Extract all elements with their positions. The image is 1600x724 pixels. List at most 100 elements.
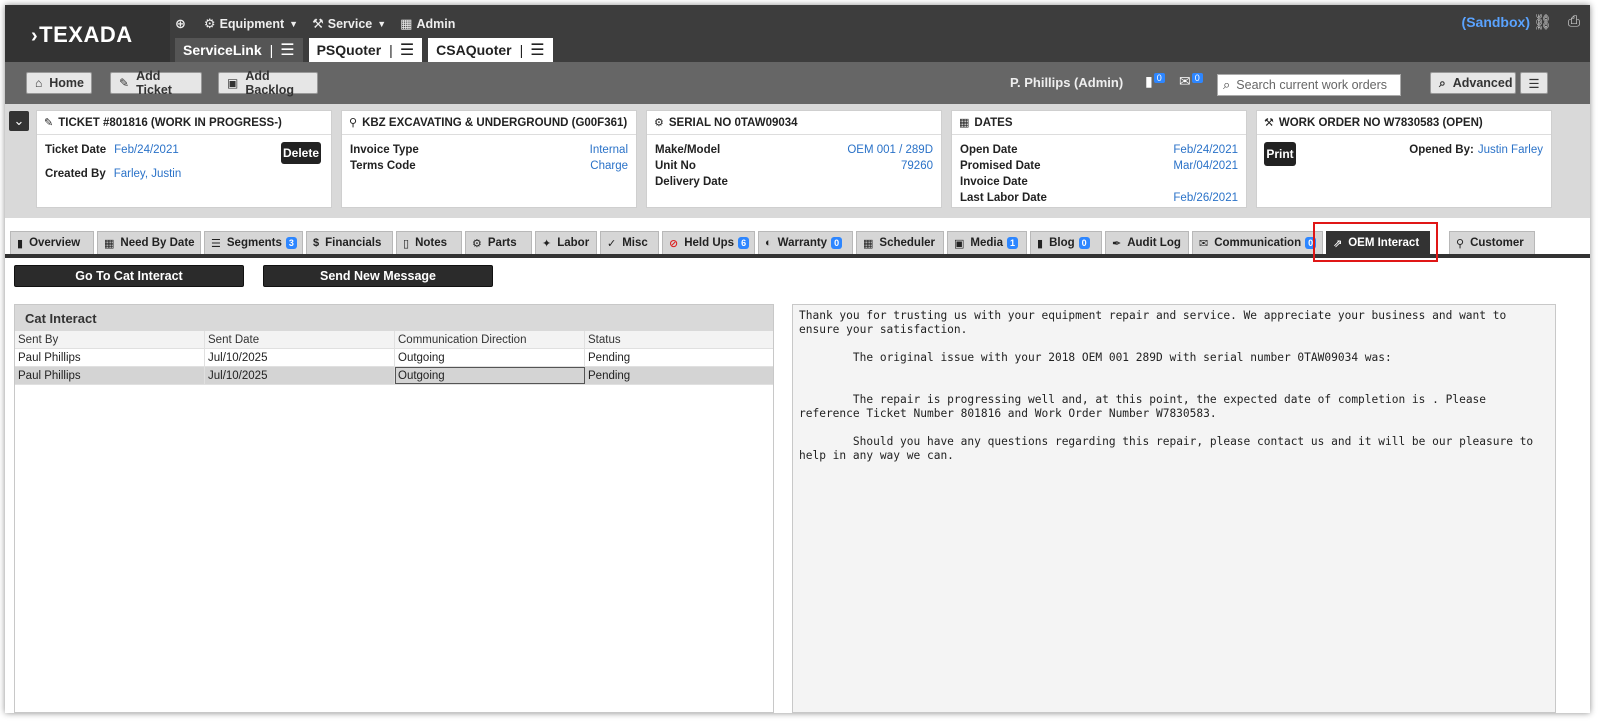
- add-backlog-button[interactable]: ▣ Add Backlog: [218, 69, 318, 97]
- created-by-row: Created By Farley, Justin: [45, 168, 181, 182]
- invoice-date-label: Invoice Date: [960, 176, 1028, 188]
- unit-no-value[interactable]: 79260: [901, 160, 933, 174]
- person-icon: ⚲: [349, 117, 358, 129]
- column-header-status[interactable]: Status: [585, 331, 773, 348]
- share-icon: ⇗: [1333, 237, 1343, 250]
- column-header-direction[interactable]: Communication Direction: [395, 331, 585, 348]
- calendar-icon: ▦: [959, 117, 970, 129]
- tools-icon: ⚒: [1264, 117, 1274, 129]
- terms-code-value[interactable]: Charge: [590, 160, 628, 174]
- divider: |: [519, 42, 524, 58]
- menu-admin[interactable]: ▦ Admin: [400, 16, 455, 32]
- printer-icon[interactable]: ⎙: [1568, 13, 1580, 30]
- print-button[interactable]: Print: [1264, 142, 1296, 166]
- cell-sent-by: Paul Phillips: [15, 367, 205, 384]
- open-date-value[interactable]: Feb/24/2021: [1173, 144, 1238, 158]
- invoice-type-label: Invoice Type: [350, 144, 419, 156]
- tab-oem-interact[interactable]: ⇗ OEM Interact: [1326, 231, 1430, 254]
- tools-icon: ⚒: [312, 16, 324, 31]
- hamburger-icon[interactable]: ☰: [530, 40, 544, 60]
- tab-financials[interactable]: $ Financials: [306, 231, 393, 254]
- serial-panel: ⚙ SERIAL NO 0TAW09034 Make/Model OEM 001 /…: [646, 110, 942, 208]
- invoice-type-value[interactable]: Internal: [590, 144, 628, 158]
- send-new-message-button[interactable]: Send New Message: [263, 265, 493, 287]
- column-header-sent-by[interactable]: Sent By: [15, 331, 205, 348]
- wrench-icon: ✦: [542, 237, 552, 250]
- grid-header-row: Sent By Sent Date Communication Directio…: [15, 331, 773, 349]
- work-order-panel-header: ⚒ WORK ORDER NO W7830583 (OPEN): [1257, 111, 1551, 135]
- home-icon: ⌂: [35, 76, 43, 90]
- ticket-title: TICKET #801816 (WORK IN PROGRESS-): [58, 116, 282, 129]
- make-model-value[interactable]: OEM 001 / 289D: [847, 144, 933, 158]
- tab-held-ups[interactable]: ⊘ Held Ups 6: [662, 231, 755, 254]
- opened-by-value[interactable]: Justin Farley: [1478, 144, 1543, 158]
- advanced-search-button[interactable]: ⌕ Advanced: [1430, 72, 1516, 94]
- segments-badge: 3: [285, 237, 297, 249]
- created-by-label: Created By: [45, 168, 106, 180]
- calendar-icon: ▦: [104, 237, 115, 250]
- grid-title: Cat Interact: [15, 305, 773, 331]
- search-input[interactable]: [1236, 78, 1393, 92]
- cell-status: Pending: [588, 369, 631, 382]
- table-row[interactable]: Paul Phillips Jul/10/2025 Outgoing Pendi…: [15, 349, 773, 367]
- prohibited-icon: ⊘: [669, 237, 679, 250]
- promised-date-label: Promised Date: [960, 160, 1041, 172]
- ticket-panel: ✎ TICKET #801816 (WORK IN PROGRESS-) Tick…: [36, 110, 332, 208]
- person-icon: ⚲: [1456, 237, 1465, 250]
- notebook-icon[interactable]: ▮ 0: [1145, 73, 1165, 90]
- tab-warranty[interactable]: ◐ Warranty 0: [758, 231, 853, 254]
- add-ticket-button[interactable]: ✎ Add Ticket: [110, 69, 202, 97]
- link-icon[interactable]: ⛓: [1533, 13, 1552, 31]
- tab-audit-log[interactable]: ✒ Audit Log: [1105, 231, 1189, 254]
- logo-area: ›TEXADA: [5, 5, 170, 62]
- tab-blog[interactable]: ▮ Blog 0: [1030, 231, 1102, 254]
- tab-need-by-date[interactable]: ▦ Need By Date: [97, 231, 201, 254]
- tab-customer[interactable]: ⚲ Customer: [1449, 231, 1535, 254]
- texada-logo[interactable]: ›TEXADA: [31, 22, 133, 48]
- hamburger-icon[interactable]: ☰: [400, 40, 414, 60]
- tab-labor[interactable]: ✦ Labor: [535, 231, 597, 254]
- hamburger-icon[interactable]: ☰: [280, 40, 294, 60]
- toolbar: ⌂ Home ✎ Add Ticket ▣ Add Backlog P. Philli…: [5, 62, 1590, 104]
- tab-communication[interactable]: ✉ Communication 0: [1192, 231, 1323, 254]
- tab-label: OEM Interact: [1348, 237, 1420, 249]
- column-header-sent-date[interactable]: Sent Date: [205, 331, 395, 348]
- app-tab-servicelink[interactable]: ServiceLink | ☰: [175, 38, 303, 62]
- menu-service[interactable]: ⚒ Service ▼: [312, 16, 386, 32]
- delete-button[interactable]: Delete: [281, 142, 321, 164]
- collapse-button[interactable]: ⌄: [9, 111, 29, 131]
- up-circle-icon: ⊕: [175, 16, 186, 31]
- tab-scheduler[interactable]: ▦ Scheduler: [856, 231, 944, 254]
- chat-icon[interactable]: ✉ 0: [1179, 73, 1203, 90]
- home-button[interactable]: ⌂ Home: [26, 72, 92, 94]
- options-menu-button[interactable]: ☰: [1520, 72, 1548, 94]
- ticket-date-value[interactable]: Feb/24/2021: [114, 144, 179, 158]
- menu-equipment[interactable]: ⚙ Equipment ▼: [204, 16, 298, 32]
- created-by-value[interactable]: Farley, Justin: [114, 168, 182, 182]
- tab-label: Segments: [226, 237, 282, 249]
- last-labor-date-value[interactable]: Feb/26/2021: [1173, 192, 1238, 206]
- tab-label: Held Ups: [684, 237, 735, 249]
- customer-panel: ⚲ KBZ EXCAVATING & UNDERGROUND (G00F361) …: [341, 110, 637, 208]
- tab-overview[interactable]: ▮ Overview: [10, 231, 94, 254]
- last-labor-date-label: Last Labor Date: [960, 192, 1047, 204]
- promised-date-value[interactable]: Mar/04/2021: [1173, 160, 1238, 174]
- menu-equipment-label: Equipment: [219, 17, 285, 31]
- app-tab-csaquoter[interactable]: CSAQuoter | ☰: [428, 38, 553, 62]
- tab-misc[interactable]: ✓ Misc: [600, 231, 659, 254]
- app-tab-psquoter[interactable]: PSQuoter | ☰: [308, 38, 423, 62]
- invoice-date-row: Invoice Date: [960, 176, 1238, 190]
- go-to-cat-interact-button[interactable]: Go To Cat Interact: [14, 265, 244, 287]
- user-name[interactable]: P. Phillips (Admin): [1010, 75, 1123, 90]
- table-row-selected[interactable]: Paul Phillips Jul/10/2025 Outgoing Pendi…: [15, 367, 773, 385]
- tab-notes[interactable]: ▯ Notes: [396, 231, 462, 254]
- tab-media[interactable]: ▣ Media 1: [947, 231, 1027, 254]
- tab-parts[interactable]: ⚙ Parts: [465, 231, 532, 254]
- promised-date-row: Promised Date Mar/04/2021: [960, 160, 1238, 174]
- opened-by-row: Opened By: Justin Farley: [1409, 144, 1543, 158]
- cell-direction: Outgoing: [395, 367, 585, 384]
- gears-icon: ⚙: [203, 16, 216, 31]
- tab-segments[interactable]: ☰ Segments 3: [204, 231, 303, 254]
- up-arrow-button[interactable]: ⊕: [175, 16, 190, 32]
- make-model-row: Make/Model OEM 001 / 289D: [655, 144, 933, 158]
